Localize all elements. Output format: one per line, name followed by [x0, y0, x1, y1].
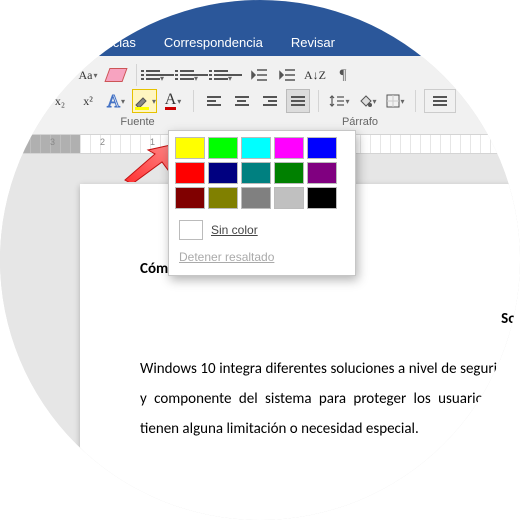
borders-icon [386, 94, 400, 108]
superscript-button[interactable]: x² [76, 89, 100, 113]
align-center-button[interactable] [230, 89, 254, 113]
shrink-font-button[interactable]: A▼ [48, 63, 72, 87]
ribbon-tabs: ón Referencias Correspondencia Revisar [0, 30, 520, 56]
shading-button[interactable]: ▾ [355, 89, 379, 113]
paint-bucket-icon [358, 94, 372, 108]
tab-references[interactable]: Referencias [52, 31, 149, 56]
doc-body: Windows 10 integra diferentes soluciones… [140, 354, 520, 444]
clear-formatting-button[interactable] [104, 63, 128, 87]
color-swatch[interactable] [241, 187, 271, 209]
line-spacing-button[interactable]: ▾ [327, 89, 351, 113]
color-swatch[interactable] [274, 162, 304, 184]
color-swatch[interactable] [241, 162, 271, 184]
numbering-button[interactable]: ▾ [179, 63, 209, 87]
ruler-mark: 3 [50, 137, 55, 147]
color-swatch[interactable] [307, 137, 337, 159]
color-swatch[interactable] [175, 187, 205, 209]
decrease-indent-button[interactable] [247, 63, 271, 87]
align-right-button[interactable] [258, 89, 282, 113]
ribbon: A▲ A▼ Aa▾ ▾ ▾ ▾ A↓Z ¶ abe x₂ x² A▾ [0, 56, 520, 135]
styles-gallery-partial[interactable] [424, 89, 456, 113]
color-swatch[interactable] [208, 162, 238, 184]
font-color-button[interactable]: A▾ [161, 89, 185, 113]
separator [318, 90, 319, 112]
color-swatch[interactable] [307, 162, 337, 184]
color-swatch[interactable] [208, 137, 238, 159]
color-swatch[interactable] [175, 137, 205, 159]
borders-button[interactable]: ▾ [383, 89, 407, 113]
multilevel-button[interactable]: ▾ [213, 63, 243, 87]
change-case-button[interactable]: Aa▾ [76, 63, 100, 87]
separator [415, 90, 416, 112]
group-label-paragraph: Párrafo [255, 116, 465, 128]
color-swatch[interactable] [241, 137, 271, 159]
increase-indent-button[interactable] [275, 63, 299, 87]
indent-icon [279, 68, 295, 82]
subscript-button[interactable]: x₂ [48, 89, 72, 113]
color-swatch[interactable] [208, 187, 238, 209]
bullets-button[interactable]: ▾ [145, 63, 175, 87]
title-bar [0, 0, 520, 30]
tab-design-partial[interactable]: ón [10, 31, 52, 56]
group-label-font: Fuente [20, 116, 255, 128]
doc-subtitle: Sol [140, 304, 520, 334]
color-swatch[interactable] [274, 187, 304, 209]
line-spacing-icon [329, 93, 345, 109]
text-effects-button[interactable]: A▾ [104, 89, 128, 113]
show-marks-button[interactable]: ¶ [331, 63, 355, 87]
separator [193, 90, 194, 112]
sort-button[interactable]: A↓Z [303, 63, 327, 87]
highlight-color-picker: Sin color Detener resaltado [168, 130, 356, 276]
color-swatch[interactable] [274, 137, 304, 159]
no-color-label: Sin color [211, 223, 258, 237]
highlighter-icon [133, 92, 151, 110]
stop-highlighting-option: Detener resaltado [175, 245, 349, 269]
no-color-icon [179, 220, 203, 240]
color-swatch[interactable] [175, 162, 205, 184]
strikethrough-button[interactable]: abe [20, 89, 44, 113]
no-color-option[interactable]: Sin color [175, 215, 349, 245]
stop-highlighting-label: Detener resaltado [179, 250, 274, 264]
align-left-button[interactable] [202, 89, 226, 113]
tab-review[interactable]: Revisar [277, 31, 349, 56]
grow-font-button[interactable]: A▲ [20, 63, 44, 87]
eraser-icon [104, 68, 127, 82]
justify-button[interactable] [286, 89, 310, 113]
highlight-color-button[interactable]: ▾ [132, 89, 157, 113]
ruler-mark: 2 [100, 137, 105, 147]
ruler-mark: 1 [150, 137, 155, 147]
tab-mailings[interactable]: Correspondencia [150, 31, 277, 56]
outdent-icon [251, 68, 267, 82]
color-swatch[interactable] [307, 187, 337, 209]
separator [136, 64, 137, 86]
